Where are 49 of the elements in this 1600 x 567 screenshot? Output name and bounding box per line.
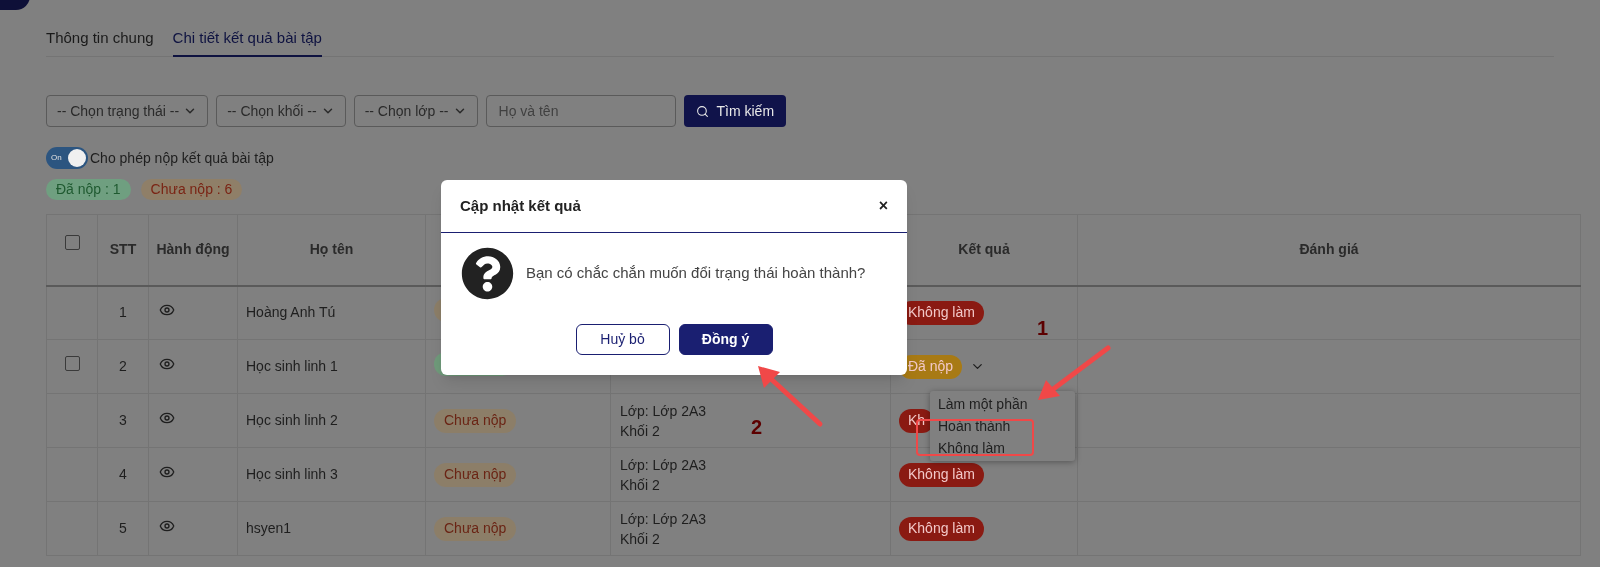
class-info: Khối 2 [620, 421, 660, 441]
cancel-button[interactable]: Huỷ bỏ [575, 324, 670, 355]
status-badge: Chưa nộp [434, 462, 517, 487]
search-button[interactable]: Tìm kiếm [683, 95, 787, 127]
column-header: Hành động [156, 241, 230, 258]
checkbox[interactable] [64, 356, 80, 371]
row-number: 4 [119, 466, 127, 482]
toggle-label: Cho phép nộp kết quả bài tập [90, 148, 274, 168]
result-badge: Không làm [899, 462, 984, 487]
student-name: Học sinh linh 2 [246, 412, 338, 428]
class-info: Lớp: Lớp 2A3 [620, 401, 707, 421]
count-badge: Đã nộp : 1 [46, 179, 131, 200]
dialog-title: Cập nhật kết quả [460, 195, 581, 216]
row-number: 2 [119, 358, 127, 374]
student-name: hsyen1 [246, 520, 292, 536]
column-header: STT [109, 241, 137, 258]
class-info: Khối 2 [620, 529, 660, 549]
menu-item[interactable]: Không làm [930, 437, 1075, 459]
status-badge: Chưa nộp [434, 408, 517, 433]
tab[interactable]: Chi tiết kết quả bài tập [172, 22, 322, 57]
confirm-button[interactable]: Đồng ý [678, 324, 773, 355]
student-name: Học sinh linh 1 [246, 358, 338, 374]
class-info: Lớp: Lớp 2A3 [620, 509, 707, 529]
dialog-message: Bạn có chắc chắn muốn đổi trạng thái hoàn thành? [526, 263, 866, 284]
column-header: Họ tên [309, 241, 354, 258]
checkbox[interactable] [64, 235, 80, 251]
row-number: 5 [119, 520, 127, 536]
select-dropdown[interactable]: -- Chọn khối -- [216, 95, 346, 127]
close-button[interactable]: × [878, 194, 888, 218]
count-badge: Chưa nộp : 6 [140, 179, 243, 200]
tab[interactable]: Thông tin chung [46, 22, 154, 57]
step-number: 1 [1037, 316, 1049, 341]
toggle-switch[interactable]: On [46, 147, 88, 169]
student-name: Hoàng Anh Tú [246, 304, 336, 321]
column-header: Đánh giá [1299, 241, 1359, 258]
select-dropdown[interactable]: -- Chọn lớp -- [353, 95, 478, 127]
question-icon [461, 247, 514, 300]
column-header: Kết quả [958, 241, 1010, 258]
row-number: 1 [119, 304, 127, 321]
row-number: 3 [119, 412, 127, 428]
name-search-field[interactable]: Họ và tên [485, 95, 676, 127]
select-dropdown[interactable]: -- Chọn trạng thái -- [46, 95, 209, 127]
result-badge: Không làm [899, 516, 984, 541]
search-icon [695, 104, 709, 118]
student-name: Học sinh linh 3 [246, 466, 338, 482]
class-info: Lớp: Lớp 2A3 [620, 455, 707, 475]
status-badge: Chưa nộp [434, 516, 517, 541]
step-number: 2 [751, 415, 763, 440]
class-info: Khối 2 [620, 475, 660, 495]
